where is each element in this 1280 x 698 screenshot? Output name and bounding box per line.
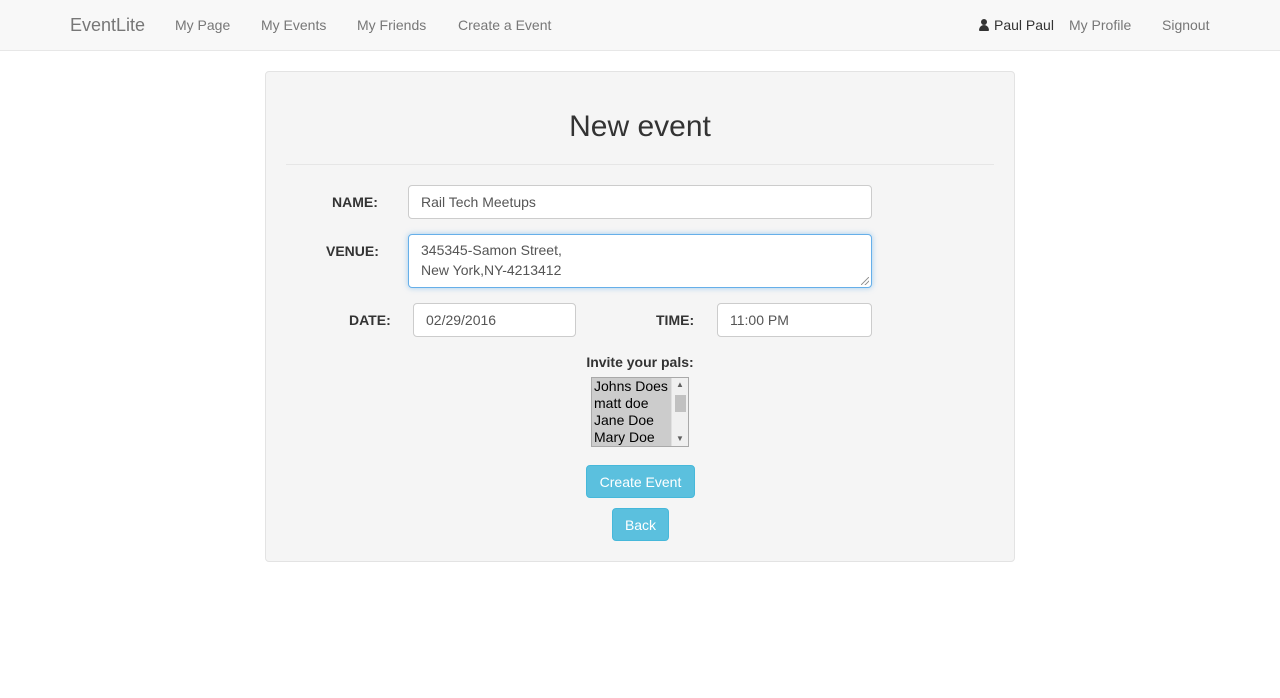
venue-textarea[interactable]: 345345-Samon Street, New York,NY-4213412 <box>408 234 872 288</box>
nav-my-events[interactable]: My Events <box>261 17 326 33</box>
user-name: Paul Paul <box>994 17 1054 33</box>
nav-my-page[interactable]: My Page <box>175 17 230 33</box>
name-input-value: Rail Tech Meetups <box>421 194 536 210</box>
friend-option[interactable]: matt doe <box>592 395 672 412</box>
date-input[interactable]: 02/29/2016 <box>413 303 576 337</box>
top-navbar: EventLite My Page My Events My Friends C… <box>0 0 1280 51</box>
venue-line-1: 345345-Samon Street, <box>421 242 562 258</box>
venue-line-2: New York,NY-4213412 <box>421 262 562 278</box>
back-button[interactable]: Back <box>612 508 669 541</box>
date-label: DATE: <box>349 312 391 328</box>
scroll-thumb[interactable] <box>675 395 686 412</box>
current-user: Paul Paul <box>979 17 1054 33</box>
nav-my-friends[interactable]: My Friends <box>357 17 426 33</box>
time-label: TIME: <box>656 312 695 328</box>
nav-my-profile[interactable]: My Profile <box>1069 17 1131 33</box>
nav-signout[interactable]: Signout <box>1162 17 1209 33</box>
friend-option[interactable]: Mary Doe <box>592 429 672 446</box>
name-input[interactable]: Rail Tech Meetups <box>408 185 872 219</box>
brand-link[interactable]: EventLite <box>70 15 145 36</box>
listbox-scrollbar[interactable]: ▲ ▼ <box>671 378 688 446</box>
friends-multiselect[interactable]: Johns Does matt doe Jane Doe Mary Doe ▲ … <box>591 377 689 447</box>
friend-option[interactable]: Jane Doe <box>592 412 672 429</box>
friends-options: Johns Does matt doe Jane Doe Mary Doe <box>592 378 672 446</box>
scroll-up-arrow-icon[interactable]: ▲ <box>672 378 688 392</box>
friend-option[interactable]: Johns Does <box>592 378 672 395</box>
date-input-value: 02/29/2016 <box>426 312 497 328</box>
user-icon <box>979 19 989 31</box>
venue-label: VENUE: <box>326 243 379 259</box>
title-divider <box>286 164 994 165</box>
resize-grip-icon[interactable] <box>861 277 869 285</box>
time-input-value: 11:00 PM <box>730 312 789 328</box>
nav-create-event[interactable]: Create a Event <box>458 17 551 33</box>
create-event-button[interactable]: Create Event <box>586 465 695 498</box>
page-title: New event <box>569 110 711 143</box>
name-label: NAME: <box>332 194 378 210</box>
invite-label: Invite your pals: <box>586 354 694 370</box>
new-event-panel: New event NAME: Rail Tech Meetups VENUE:… <box>265 71 1015 562</box>
scroll-down-arrow-icon[interactable]: ▼ <box>672 432 688 446</box>
time-input[interactable]: 11:00 PM <box>717 303 872 337</box>
